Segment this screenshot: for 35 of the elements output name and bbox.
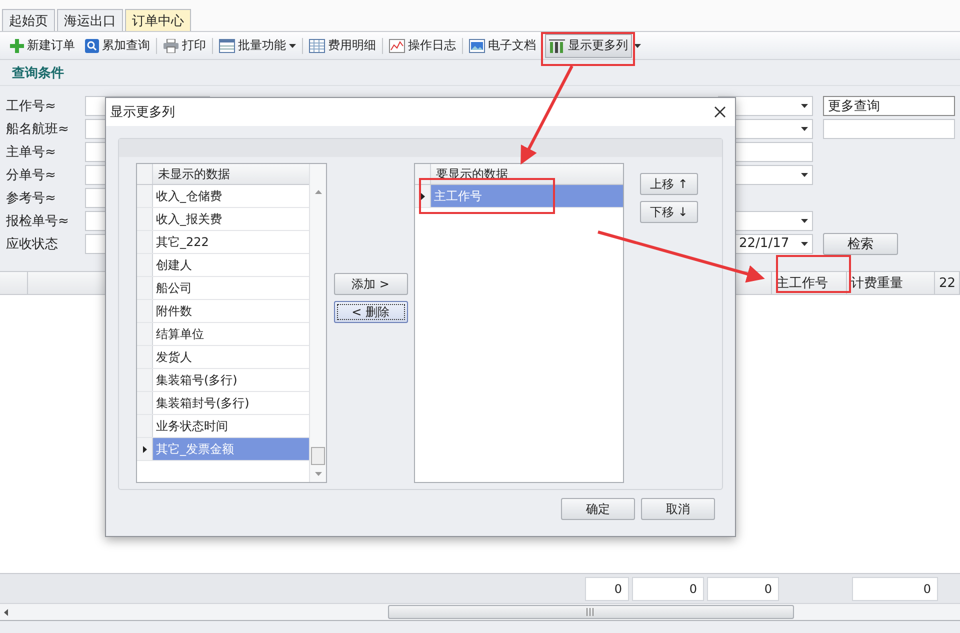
column-header: 未显示的数据 — [157, 166, 230, 182]
toolbar-button[interactable]: 新建订单 — [6, 34, 79, 58]
cancel-button[interactable]: 取消 — [641, 498, 715, 520]
toolbar-button[interactable]: 费用明细 — [305, 34, 380, 58]
field-label: 应收状态 — [5, 236, 59, 252]
field-label: 主单号≈ — [5, 144, 57, 160]
search-button[interactable]: 检索 — [823, 232, 898, 254]
column-header: 22 — [935, 272, 960, 294]
toolbar-button[interactable]: 累加查询 — [81, 34, 154, 58]
ok-button[interactable]: 确定 — [561, 498, 635, 520]
column-header: 计费重量 — [847, 272, 935, 294]
more-query-field[interactable]: 更多查询 — [823, 96, 955, 116]
sum-cell: 0 — [585, 576, 629, 600]
dialog-title: 显示更多列 — [110, 104, 175, 121]
add-button[interactable]: 添加 > — [334, 273, 408, 295]
toolbar-button[interactable]: 打印 — [159, 34, 210, 58]
sum-cell: 0 — [707, 576, 779, 600]
field-label: 参考号≈ — [5, 190, 57, 206]
field-label: 报检单号≈ — [5, 212, 70, 230]
field-label: 船名航班≈ — [5, 120, 70, 138]
move-up-button[interactable]: 上移 ↑ — [640, 173, 698, 195]
sum-cell: 0 — [852, 576, 938, 600]
tab[interactable]: 订单中心 — [125, 9, 191, 31]
toolbar-button[interactable]: 操作日志 — [385, 34, 460, 58]
field-label: 分单号≈ — [5, 166, 57, 184]
remove-button[interactable]: < 删除 — [334, 301, 408, 323]
tab[interactable]: 起始页 — [2, 9, 55, 31]
toolbar-button[interactable]: 电子文档 — [465, 34, 540, 58]
tab[interactable]: 海运出口 — [57, 9, 123, 31]
toolbar-button[interactable]: 批量功能 — [215, 34, 300, 58]
sum-cell: 0 — [632, 576, 704, 600]
section-title: 查询条件 — [0, 60, 960, 86]
toolbar-button[interactable]: 显示更多列 — [545, 34, 632, 58]
field-label: 工作号≈ — [5, 98, 57, 114]
move-down-button[interactable]: 下移 ↓ — [640, 201, 698, 223]
